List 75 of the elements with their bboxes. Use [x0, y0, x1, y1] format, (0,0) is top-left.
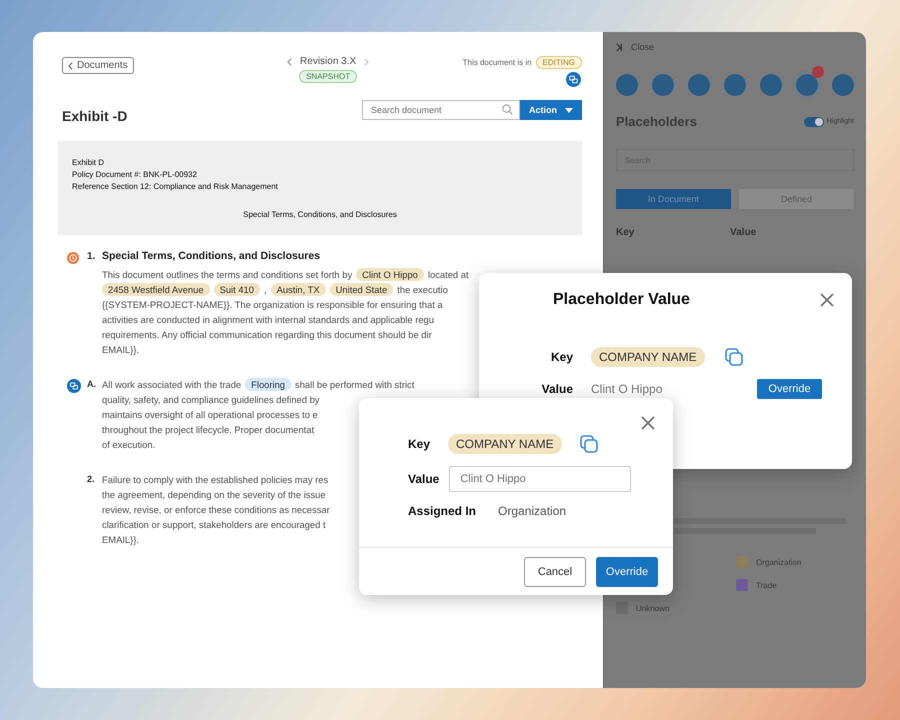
placeholder-chip[interactable]: Austin, TX — [270, 283, 326, 296]
paragraph-text: clarification or support, stakeholders are encouraged t — [102, 519, 326, 530]
paragraph-text: the executio — [397, 284, 448, 295]
paragraph-text: shall be performed with strict — [295, 379, 414, 390]
legend-label: Unknown — [636, 604, 670, 612]
close-icon[interactable] — [820, 293, 834, 307]
placeholder-chip[interactable]: Flooring — [245, 378, 292, 391]
status-label: This document is in — [462, 58, 532, 67]
value-input[interactable]: Clint O Hippo — [449, 466, 632, 492]
field-label: Value — [408, 472, 440, 486]
caret-icon — [565, 108, 573, 112]
paragraph-text: requirements. Any official communication regarding this document should be dir — [102, 329, 432, 340]
list-marker: 2. — [87, 473, 96, 484]
search-field[interactable]: Search document — [362, 100, 520, 120]
column-header: Key — [616, 227, 636, 238]
override-button[interactable]: Override — [596, 556, 658, 586]
paragraph-text: quality, safety, and compliance guidelines defined by — [102, 394, 320, 405]
paragraph-text: of execution. — [102, 439, 156, 450]
dialog-title: Placeholder Value — [553, 291, 690, 309]
field-label: Key — [550, 350, 573, 364]
section-heading: Special Terms, Conditions, and Disclosures — [102, 249, 320, 262]
key-chip: COMPANY NAME — [448, 434, 562, 454]
search-icon — [502, 104, 513, 115]
comment-icon[interactable] — [67, 379, 81, 393]
panel-title: Placeholders — [616, 114, 697, 129]
value-text: Clint O Hippo — [591, 382, 662, 396]
snapshot-badge: SNAPSHOT — [299, 70, 358, 83]
field-label: Value — [540, 382, 573, 396]
paragraph-text: EMAIL}}. — [102, 344, 140, 355]
cancel-button[interactable]: Cancel — [524, 556, 586, 586]
paragraph-text: throughout the project lifecycle. Proper documentat — [102, 424, 314, 435]
assigned-value: Organization — [498, 504, 566, 518]
paragraph-text: Failure to comply with the established policies may res — [102, 474, 328, 485]
column-header: Value — [730, 227, 758, 238]
list-marker: A. — [87, 378, 97, 389]
back-button[interactable]: Documents — [62, 57, 134, 74]
placeholder-chip[interactable]: 2458 Westfield Avenue — [102, 283, 210, 296]
paragraph-text: located at — [428, 269, 469, 280]
copy-icon[interactable] — [724, 348, 743, 366]
paragraph-text: maintains oversight of all operational processes to e — [102, 409, 318, 420]
paragraph-text: EMAIL}}. — [102, 534, 140, 545]
close-icon[interactable] — [641, 416, 655, 430]
paragraph-text: All work associated with the trade — [102, 379, 242, 390]
key-chip: COMPANY NAME — [591, 347, 705, 367]
header-text: Reference Section 12: Compliance and Risk Management — [72, 181, 279, 193]
header-heading: Special Terms, Conditions, and Disclosures — [242, 210, 398, 219]
action-button[interactable]: Action — [520, 100, 582, 120]
alert-icon[interactable] — [67, 252, 79, 264]
collapse-icon[interactable] — [616, 42, 623, 52]
paragraph-text: review, revise, or enforce these conditions as necessar — [102, 504, 330, 515]
paragraph-text: the agreement, depending on the severity of the issue — [102, 489, 326, 500]
placeholder-chip[interactable]: Clint O Hippo — [356, 268, 424, 281]
paragraph-text: activities are conducted in alignment with internal standards and applicable regu — [102, 314, 434, 325]
placeholder-chip[interactable]: United State — [330, 283, 394, 296]
chevron-left-icon[interactable] — [287, 58, 292, 66]
copy-icon[interactable] — [580, 435, 598, 453]
comment-icon[interactable] — [566, 72, 581, 87]
paragraph-text: This document outlines the terms and conditions set forth by — [102, 269, 352, 280]
document-title: Exhibit -D — [62, 108, 128, 124]
placeholder-chip[interactable]: Suit 410 — [214, 283, 260, 296]
chevron-right-icon[interactable] — [364, 58, 370, 66]
legend-label: Organization — [756, 558, 802, 566]
list-number: 1. — [87, 250, 96, 262]
field-label: Key — [408, 437, 430, 451]
header-text: Policy Document #: BNK-PL-00932 — [72, 169, 198, 181]
highlight-toggle[interactable] — [804, 116, 824, 126]
header-text: Exhibit D — [72, 157, 106, 169]
paragraph-text: {{SYSTEM-PROJECT-NAME}}. The organization is responsible for ensuring that a — [102, 299, 443, 310]
field-label: Assigned In — [408, 504, 476, 518]
paragraph-text: , — [264, 284, 267, 295]
revision-label: Revision 3.X — [300, 56, 356, 67]
override-button[interactable]: Override — [757, 379, 822, 399]
editing-badge: EDITING — [536, 56, 582, 69]
chevron-left-icon — [68, 62, 73, 70]
legend-label: Trade — [756, 580, 777, 590]
